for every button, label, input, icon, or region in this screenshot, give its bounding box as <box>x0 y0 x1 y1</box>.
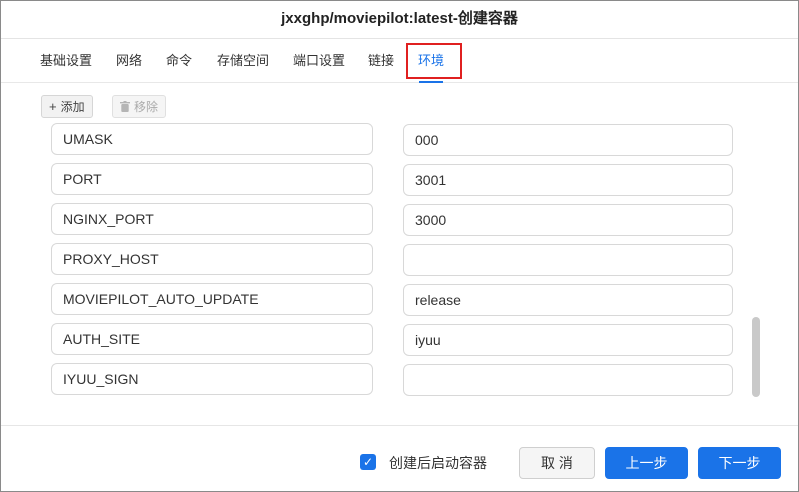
env-key-field[interactable]: IYUU_SIGN <box>51 363 373 395</box>
remove-env-button[interactable]: 移除 <box>112 95 167 118</box>
plus-icon: + <box>49 99 57 114</box>
active-tab-indicator <box>419 81 443 83</box>
env-value-field[interactable]: 000 <box>403 124 733 156</box>
scrollbar-thumb[interactable] <box>752 317 760 397</box>
tab-command[interactable]: 命令 <box>166 39 192 83</box>
env-key-field[interactable]: AUTH_SITE <box>51 323 373 355</box>
footer-divider <box>1 425 798 426</box>
env-value-field[interactable]: iyuu <box>403 324 733 356</box>
env-key-field[interactable]: NGINX_PORT <box>51 203 373 235</box>
start-after-create-checkbox[interactable]: ✓ <box>360 454 376 470</box>
env-value-field[interactable]: 3001 <box>403 164 733 196</box>
add-env-label: 添加 <box>60 100 85 114</box>
env-value-field[interactable]: 3000 <box>403 204 733 236</box>
env-value-field[interactable]: release <box>403 284 733 316</box>
tab-basic-settings[interactable]: 基础设置 <box>40 39 92 83</box>
tab-links[interactable]: 链接 <box>368 39 394 83</box>
tab-port-settings[interactable]: 端口设置 <box>293 39 345 83</box>
checkmark-icon: ✓ <box>362 455 374 469</box>
highlight-annotation <box>406 43 462 79</box>
env-key-field[interactable]: MOVIEPILOT_AUTO_UPDATE <box>51 283 373 315</box>
env-key-field[interactable]: UMASK <box>51 123 373 155</box>
tab-storage[interactable]: 存储空间 <box>217 39 269 83</box>
start-after-create-label[interactable]: 创建后启动容器 <box>389 453 487 473</box>
dialog-title: jxxghp/moviepilot:latest-创建容器 <box>1 1 798 39</box>
tab-network[interactable]: 网络 <box>116 39 142 83</box>
add-env-button[interactable]: + 添加 <box>41 95 93 118</box>
cancel-button[interactable]: 取 消 <box>519 447 595 479</box>
create-container-dialog: jxxghp/moviepilot:latest-创建容器 基础设置 网络 命令… <box>0 0 799 492</box>
next-step-button[interactable]: 下一步 <box>698 447 781 479</box>
env-key-field[interactable]: PROXY_HOST <box>51 243 373 275</box>
env-value-field[interactable] <box>403 364 733 396</box>
previous-step-button[interactable]: 上一步 <box>605 447 688 479</box>
tab-bar: 基础设置 网络 命令 存储空间 端口设置 链接 环境 <box>1 39 798 83</box>
env-value-field[interactable] <box>403 244 733 276</box>
remove-env-label: 移除 <box>134 100 159 114</box>
trash-icon <box>120 96 130 117</box>
env-key-field[interactable]: PORT <box>51 163 373 195</box>
